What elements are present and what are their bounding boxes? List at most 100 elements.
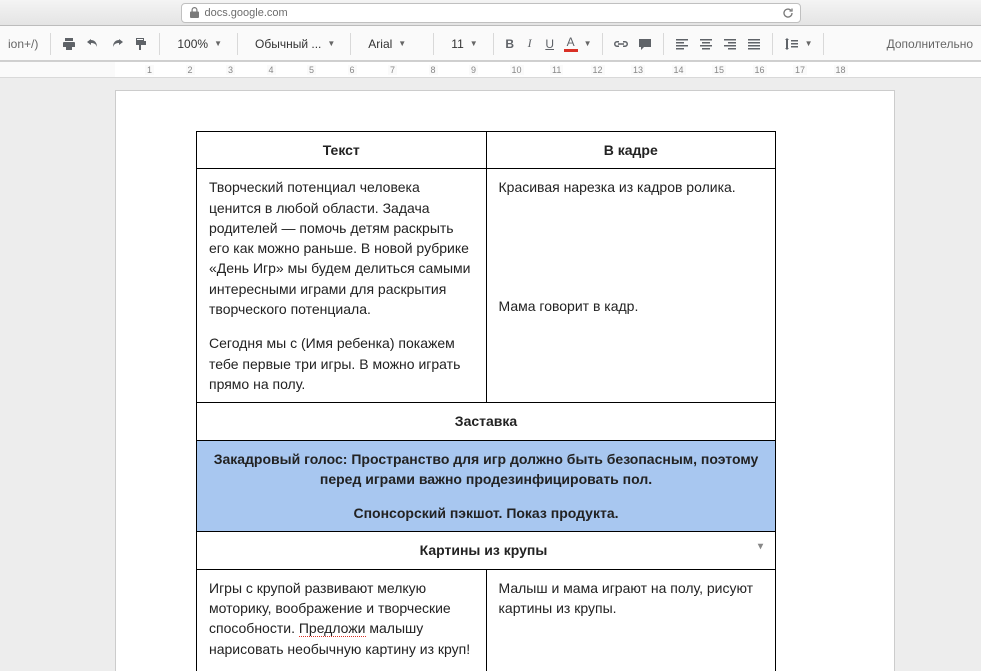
ruler-tick: 16 (753, 62, 767, 77)
zoom-dropdown[interactable]: 100% ▼ (166, 32, 231, 56)
font-value: Arial (368, 37, 392, 51)
caret-down-icon: ▼ (398, 39, 406, 48)
paragraph-style-dropdown[interactable]: Обычный ... ▼ (244, 32, 344, 56)
style-value: Обычный ... (255, 37, 321, 51)
table-cell[interactable]: Красивая нарезка из кадров ролика. Мама … (486, 169, 776, 403)
separator (350, 33, 351, 55)
font-color-letter: A (567, 36, 575, 48)
align-right-button[interactable] (718, 32, 742, 56)
paragraph: Спонсорский пэкшот. Показ продукта. (209, 503, 763, 523)
table-row: Закадровый голос: Пространство для игр д… (197, 440, 776, 532)
paragraph: Закадровый голос: Пространство для игр д… (209, 449, 763, 490)
caret-down-icon: ▼ (584, 39, 592, 48)
ruler-tick: 9 (469, 62, 478, 77)
ruler-tick: 2 (186, 62, 195, 77)
table-cell-full[interactable]: Заставка (197, 403, 776, 440)
ruler-tick: 5 (307, 62, 316, 77)
italic-label: I (528, 36, 532, 51)
caret-down-icon: ▼ (327, 39, 335, 48)
separator (237, 33, 238, 55)
document-table[interactable]: Текст В кадре Творческий потенциал челов… (196, 131, 776, 671)
table-cell[interactable]: Творческий потенциал человека ценится в … (197, 169, 487, 403)
table-header[interactable]: Текст (197, 132, 487, 169)
ruler-tick: 12 (591, 62, 605, 77)
document-page[interactable]: Текст В кадре Творческий потенциал челов… (115, 90, 895, 671)
paragraph: Красивая нарезка из кадров ролика. (499, 177, 764, 197)
workspace: Текст В кадре Творческий потенциал челов… (0, 78, 981, 671)
table-header-row: Текст В кадре (197, 132, 776, 169)
bold-button[interactable]: B (500, 32, 520, 56)
separator (663, 33, 664, 55)
caret-down-icon: ▼ (214, 39, 222, 48)
paragraph: Игры с крупой развивают мелкую моторику,… (209, 578, 474, 659)
toolbar-left-partial: ion+/) (8, 37, 44, 51)
undo-button[interactable] (81, 32, 105, 56)
paragraph: Малыш и мама играют на полу, рисуют карт… (499, 578, 764, 619)
insert-comment-button[interactable] (633, 32, 657, 56)
table-cell-highlight[interactable]: Закадровый голос: Пространство для игр д… (197, 440, 776, 532)
paragraph: Сегодня мы с (Имя ребенка) покажем тебе … (209, 333, 474, 394)
table-row: Игры с крупой развивают мелкую моторику,… (197, 569, 776, 671)
ruler-tick: 14 (672, 62, 686, 77)
align-justify-button[interactable] (742, 32, 766, 56)
line-spacing-button[interactable]: ▼ (779, 32, 817, 56)
ruler-tick: 8 (429, 62, 438, 77)
table-row: Заставка (197, 403, 776, 440)
insert-link-button[interactable] (609, 32, 633, 56)
horizontal-ruler[interactable]: 123456789101112131415161718 (0, 62, 981, 78)
spelling-error: Предложи (299, 620, 366, 637)
table-cell-full[interactable]: Картины из крупы ▾ (197, 532, 776, 569)
ruler-tick: 4 (267, 62, 276, 77)
caret-down-icon: ▼ (470, 39, 478, 48)
ruler-tick: 6 (348, 62, 357, 77)
table-cell[interactable]: Малыш и мама играют на полу, рисуют карт… (486, 569, 776, 671)
table-cell[interactable]: Игры с крупой развивают мелкую моторику,… (197, 569, 487, 671)
separator (50, 33, 51, 55)
ruler-tick: 10 (510, 62, 524, 77)
redo-button[interactable] (105, 32, 129, 56)
reload-icon[interactable] (782, 7, 794, 19)
align-left-button[interactable] (670, 32, 694, 56)
ruler-tick: 7 (388, 62, 397, 77)
table-header[interactable]: В кадре (486, 132, 776, 169)
docs-toolbar: ion+/) 100% ▼ Обычный ... ▼ Arial ▼ 11 ▼… (0, 26, 981, 62)
ruler-tick: 17 (793, 62, 807, 77)
url-text: docs.google.com (205, 7, 288, 19)
url-field[interactable]: docs.google.com (181, 3, 801, 23)
more-button[interactable]: Дополнительно (881, 37, 973, 51)
ruler-tick: 18 (834, 62, 848, 77)
print-button[interactable] (57, 32, 81, 56)
bold-label: B (505, 37, 514, 51)
ruler-tick: 15 (712, 62, 726, 77)
ruler-tick: 1 (145, 62, 154, 77)
separator (159, 33, 160, 55)
expand-handle-icon[interactable]: ▾ (758, 540, 763, 555)
italic-button[interactable]: I (520, 32, 540, 56)
ruler-tick: 13 (631, 62, 645, 77)
font-color-button[interactable]: A ▼ (560, 32, 596, 56)
font-size-dropdown[interactable]: 11 ▼ (440, 32, 486, 56)
font-family-dropdown[interactable]: Arial ▼ (357, 32, 427, 56)
font-color-swatch (564, 49, 578, 52)
font-size-value: 11 (451, 37, 463, 51)
separator (433, 33, 434, 55)
table-row: Картины из крупы ▾ (197, 532, 776, 569)
align-center-button[interactable] (694, 32, 718, 56)
section-title: Картины из крупы (420, 542, 548, 558)
separator (823, 33, 824, 55)
table-row: Творческий потенциал человека ценится в … (197, 169, 776, 403)
lock-icon (190, 7, 199, 18)
separator (772, 33, 773, 55)
underline-label: U (545, 37, 554, 51)
browser-address-bar: docs.google.com (0, 0, 981, 26)
caret-down-icon: ▼ (805, 39, 813, 48)
paragraph: Творческий потенциал человека ценится в … (209, 177, 474, 319)
ruler-tick: 11 (550, 62, 563, 77)
paint-format-button[interactable] (129, 32, 153, 56)
separator (602, 33, 603, 55)
paragraph: Мама говорит в кадр. (499, 296, 764, 316)
zoom-value: 100% (177, 37, 208, 51)
ruler-tick: 3 (226, 62, 235, 77)
separator (493, 33, 494, 55)
underline-button[interactable]: U (540, 32, 560, 56)
